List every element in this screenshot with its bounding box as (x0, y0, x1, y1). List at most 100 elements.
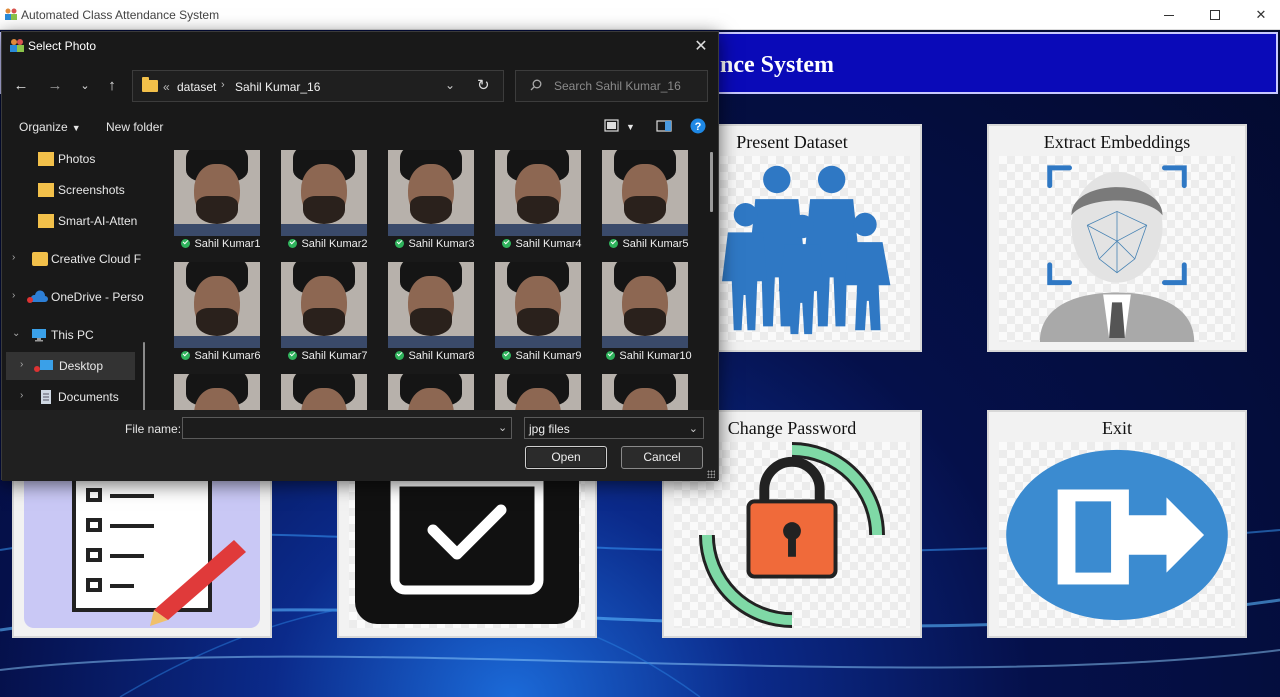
synced-check-icon (288, 351, 298, 360)
resize-grip[interactable] (707, 470, 715, 478)
nav-item-desktop[interactable]: › Desktop (6, 352, 135, 380)
file-item-partial[interactable] (588, 366, 688, 410)
select-photo-dialog: Select Photo ✕ ← → ⌄ ↑ « dataset › Sahil… (1, 31, 719, 481)
file-name-label: Sahil Kumar10 (588, 350, 710, 362)
file-item-sahil-kumar1[interactable]: Sahil Kumar1 (160, 142, 261, 252)
search-input[interactable] (554, 78, 704, 94)
computer-icon (32, 329, 46, 342)
search-icon (530, 79, 542, 91)
nav-item-photos[interactable]: Photos (2, 145, 147, 173)
synced-check-icon (502, 239, 512, 248)
preview-pane-icon[interactable] (656, 119, 672, 133)
file-item-sahil-kumar5[interactable]: Sahil Kumar5 (588, 142, 689, 252)
minimize-icon (1164, 14, 1174, 16)
file-item-sahil-kumar6[interactable]: Sahil Kumar6 (160, 254, 261, 364)
dialog-footer: File name: ⌄ jpg files ⌄ Open Cancel (2, 410, 718, 481)
photo-thumbnail (388, 150, 474, 236)
file-item-sahil-kumar3[interactable]: Sahil Kumar3 (374, 142, 475, 252)
folder-icon (38, 214, 54, 228)
nav-item-creative-cloud[interactable]: › Creative Cloud F (2, 245, 147, 273)
command-bar: Organize ▼ New folder ▼ ? (2, 114, 718, 140)
documents-icon (41, 390, 51, 404)
search-box[interactable] (515, 70, 708, 102)
file-item-partial[interactable] (160, 366, 260, 410)
extract-embeddings-tile[interactable]: Extract Embeddings (987, 124, 1247, 352)
arrow-right-icon: → (47, 76, 63, 94)
breadcrumb-current-folder[interactable]: Sahil Kumar_16 (235, 80, 320, 94)
close-window-button[interactable]: ✕ (1238, 0, 1280, 30)
file-item-sahil-kumar8[interactable]: Sahil Kumar8 (374, 254, 475, 364)
photo-thumbnail (495, 150, 581, 236)
chevron-right-icon[interactable]: › (12, 252, 15, 263)
arrow-up-icon: ↑ (108, 76, 116, 94)
people-group-icon (722, 165, 891, 335)
file-item-sahil-kumar10[interactable]: Sahil Kumar10 (588, 254, 692, 364)
chevron-right-icon[interactable]: › (20, 390, 23, 401)
maximize-button[interactable] (1192, 0, 1238, 30)
new-folder-button[interactable]: New folder (106, 120, 163, 134)
dialog-close-button[interactable]: ✕ (690, 36, 712, 56)
file-item-partial[interactable] (267, 366, 367, 410)
minimize-button[interactable] (1146, 0, 1192, 30)
file-type-select[interactable]: jpg files ⌄ (524, 417, 704, 439)
refresh-icon[interactable]: ↻ (477, 76, 490, 94)
dialog-titlebar: Select Photo ✕ (2, 32, 718, 60)
file-item-sahil-kumar9[interactable]: Sahil Kumar9 (481, 254, 582, 364)
breadcrumb-dataset[interactable]: dataset (177, 80, 216, 94)
nav-item-smart-ai-atten[interactable]: Smart-AI-Atten (2, 207, 147, 235)
file-name-input[interactable] (182, 417, 512, 439)
chevron-down-icon[interactable]: ⌄ (498, 421, 507, 434)
nav-item-onedrive[interactable]: › OneDrive - Perso (2, 283, 147, 311)
forward-button[interactable]: → (44, 74, 66, 96)
cancel-button[interactable]: Cancel (621, 446, 703, 469)
file-item-partial[interactable] (481, 366, 581, 410)
file-item-partial[interactable] (374, 366, 474, 410)
breadcrumb-overflow[interactable]: « (163, 80, 170, 94)
recent-locations-button[interactable]: ⌄ (74, 74, 96, 96)
open-button[interactable]: Open (525, 446, 607, 469)
tile-art (720, 156, 910, 342)
file-name-label: Sahil Kumar4 (481, 238, 603, 250)
file-list-scrollbar[interactable] (710, 152, 713, 212)
synced-check-icon (395, 239, 405, 248)
app-title: Automated Class Attendance System (21, 8, 220, 22)
chevron-right-icon[interactable]: › (20, 359, 23, 370)
view-options-caret-icon[interactable]: ▼ (626, 122, 635, 132)
chevron-right-icon[interactable]: › (12, 290, 15, 301)
file-item-sahil-kumar4[interactable]: Sahil Kumar4 (481, 142, 582, 252)
synced-check-icon (181, 239, 191, 248)
synced-check-icon (288, 239, 298, 248)
tile-art (999, 442, 1235, 628)
exit-tile[interactable]: Exit (987, 410, 1247, 638)
photo-thumbnail (602, 374, 688, 410)
nav-item-label: Smart-AI-Atten (58, 214, 138, 228)
close-icon: ✕ (1255, 7, 1267, 22)
file-item-sahil-kumar7[interactable]: Sahil Kumar7 (267, 254, 368, 364)
nav-item-label: Creative Cloud F (51, 252, 142, 266)
nav-item-this-pc[interactable]: ⌄ This PC (2, 321, 147, 349)
photo-thumbnail (174, 262, 260, 348)
file-name-text: Sahil Kumar1 (194, 238, 261, 250)
file-item-sahil-kumar2[interactable]: Sahil Kumar2 (267, 142, 368, 252)
nav-item-screenshots[interactable]: Screenshots (2, 176, 147, 204)
up-button[interactable]: ↑ (101, 74, 123, 96)
synced-check-icon (606, 351, 616, 360)
arrow-left-icon: ← (13, 76, 29, 94)
address-dropdown-icon[interactable]: ⌄ (445, 78, 455, 92)
help-icon[interactable]: ? (690, 118, 706, 134)
tile-label: Exit (1102, 418, 1132, 438)
organize-menu[interactable]: Organize ▼ (19, 120, 81, 134)
change-view-icon[interactable] (604, 119, 620, 133)
synced-check-icon (502, 351, 512, 360)
desktop-icon (34, 360, 53, 372)
photo-thumbnail (495, 262, 581, 348)
chevron-down-icon: ⌄ (80, 79, 90, 92)
file-list: Sahil Kumar1 Sahil Kumar2 Sahil Kumar3 S… (152, 142, 718, 410)
chevron-down-icon[interactable]: ⌄ (12, 328, 20, 339)
back-button[interactable]: ← (10, 74, 32, 96)
address-bar[interactable]: « dataset › Sahil Kumar_16 ⌄ ↻ (132, 70, 504, 102)
nav-item-documents[interactable]: › Documents (2, 383, 147, 410)
nav-item-label: This PC (51, 328, 94, 342)
navigation-scrollbar[interactable] (143, 342, 145, 410)
file-name-text: Sahil Kumar7 (301, 350, 368, 362)
